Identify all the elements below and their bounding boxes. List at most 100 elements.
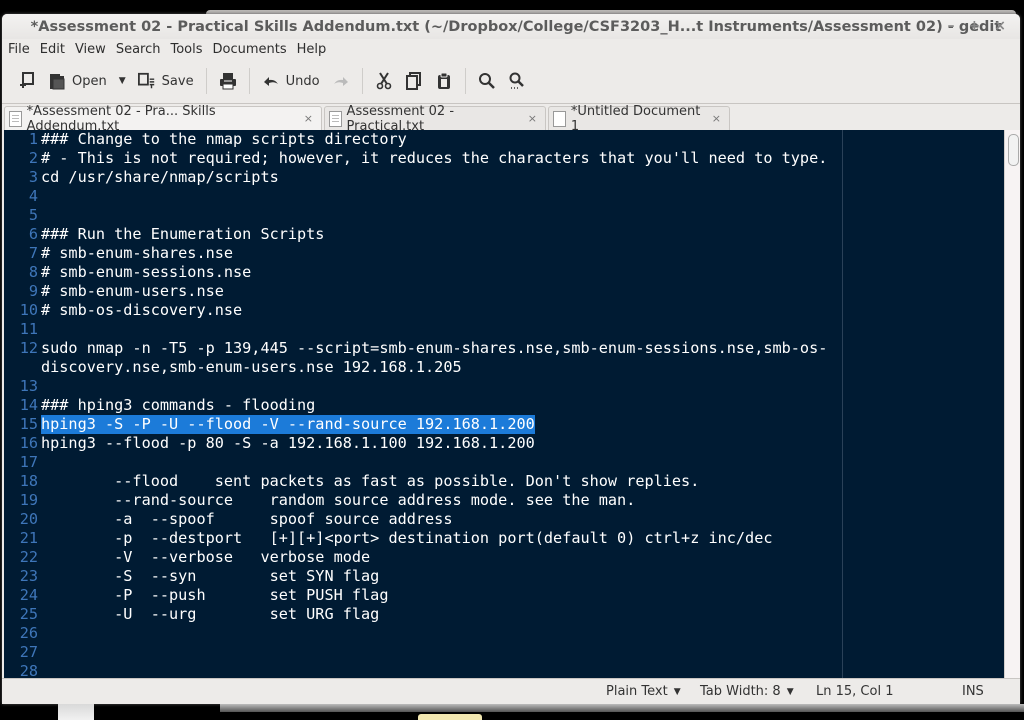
chevron-down-icon: ▼ [786, 686, 794, 697]
tab-close-icon[interactable]: × [528, 112, 537, 125]
line-number: 12 [19, 339, 38, 357]
print-icon [219, 72, 237, 90]
editor-line[interactable]: 28 [4, 662, 1004, 678]
editor-line[interactable]: 24 -P --push set PUSH flag [4, 586, 1004, 605]
editor-line[interactable]: 6 ### Run the Enumeration Scripts [4, 225, 1004, 244]
code-area[interactable]: 1 ### Change to the nmap scripts director… [4, 130, 1004, 678]
editor-line[interactable]: 27 [4, 643, 1004, 662]
line-number: 17 [19, 453, 38, 471]
tab-width-label: Tab Width: 8 [700, 684, 781, 699]
cut-button[interactable] [369, 66, 399, 96]
editor-line[interactable]: 12 sudo nmap -n -T5 -p 139,445 --script=s… [4, 339, 1004, 358]
scrollbar-thumb[interactable] [1008, 134, 1019, 166]
line-number: 18 [19, 472, 38, 490]
title-bar[interactable]: *Assessment 02 - Practical Skills Addend… [2, 14, 1020, 39]
tab-label: *Untitled Document 1 [570, 103, 701, 134]
tab-close-icon[interactable]: × [712, 112, 721, 125]
editor-line[interactable]: 19 --rand-source random source address m… [4, 491, 1004, 510]
line-text: -S --syn set SYN flag [41, 567, 380, 585]
maximize-button[interactable]: + [969, 18, 981, 34]
menu-help[interactable]: Help [297, 42, 333, 57]
undo-button[interactable]: Undo [256, 66, 326, 96]
editor-line[interactable]: 14 ### hping3 commands - flooding [4, 396, 1004, 415]
text-document-icon [329, 110, 342, 127]
line-number: 2 [28, 149, 38, 167]
editor-line[interactable]: 25 -U --urg set URG flag [4, 605, 1004, 624]
editor-line[interactable]: 18 --flood sent packets as fast as possi… [4, 472, 1004, 491]
menu-edit[interactable]: Edit [40, 42, 71, 57]
print-button[interactable] [213, 66, 243, 96]
line-text: # smb-enum-users.nse [41, 282, 224, 300]
background-window-fragment [58, 704, 94, 720]
line-number: 23 [19, 567, 38, 585]
tab-close-icon[interactable]: × [304, 112, 313, 125]
editor-line[interactable]: 23 -S --syn set SYN flag [4, 567, 1004, 586]
line-number: 7 [28, 244, 38, 262]
close-button[interactable]: × [994, 18, 1006, 34]
new-document-button[interactable] [12, 66, 42, 96]
chevron-down-icon: ▼ [118, 76, 126, 86]
menu-view[interactable]: View [75, 42, 112, 57]
editor-line[interactable]: 15 hping3 -S -P -U --flood -V --rand-sour… [4, 415, 1004, 434]
save-icon [137, 72, 156, 90]
background-window-fragment [220, 704, 1024, 712]
open-button[interactable]: Open [42, 66, 113, 96]
toolbar: Open ▼ Save Undo [2, 62, 1020, 100]
editor-line[interactable]: 4 [4, 187, 1004, 206]
line-number: 26 [19, 624, 38, 642]
line-text: # smb-enum-sessions.nse [41, 263, 252, 281]
tab-width-selector[interactable]: Tab Width: 8 ▼ [700, 684, 794, 699]
menu-search[interactable]: Search [116, 42, 167, 57]
editor-line[interactable]: 2 # - This is not required; however, it r… [4, 149, 1004, 168]
text-editor[interactable]: 1 ### Change to the nmap scripts director… [4, 130, 1004, 678]
vertical-scrollbar[interactable] [1004, 130, 1020, 678]
menu-tools[interactable]: Tools [170, 42, 208, 57]
tab-label: Assessment 02 - Practical.txt [346, 103, 455, 134]
editor-line[interactable]: 20 -a --spoof spoof source address [4, 510, 1004, 529]
line-number: 6 [28, 225, 38, 243]
editor-line[interactable]: 10 # smb-os-discovery.nse [4, 301, 1004, 320]
blank-document-icon [553, 110, 566, 127]
tab-practical-skills-addendum[interactable]: *Assessment 02 - Pra... Skills Addendum.… [4, 104, 322, 134]
tab-untitled-document[interactable]: *Untitled Document 1 × [548, 104, 730, 134]
find-button[interactable] [472, 66, 502, 96]
open-label: Open [72, 73, 107, 89]
insert-mode-label: INS [962, 684, 984, 699]
search-icon [478, 72, 496, 90]
editor-line[interactable]: 5 [4, 206, 1004, 225]
line-number: 9 [28, 282, 38, 300]
editor-line[interactable]: 11 [4, 320, 1004, 339]
menu-documents[interactable]: Documents [213, 42, 293, 57]
language-selector[interactable]: Plain Text ▼ [606, 684, 681, 699]
find-replace-button[interactable] [502, 66, 532, 96]
tab-assessment-practical[interactable]: Assessment 02 - Practical.txt × [324, 104, 546, 134]
copy-button[interactable] [399, 66, 429, 96]
toolbar-separator [361, 68, 363, 94]
editor-line[interactable]: 1 ### Change to the nmap scripts director… [4, 130, 1004, 149]
paste-button[interactable] [429, 66, 459, 96]
text-document-icon [9, 110, 22, 127]
editor-line[interactable]: 22 -V --verbose verbose mode [4, 548, 1004, 567]
save-button[interactable]: Save [132, 66, 200, 96]
folder-open-icon [48, 72, 66, 90]
open-recent-dropdown[interactable]: ▼ [113, 66, 132, 96]
line-number: 19 [19, 491, 38, 509]
menu-bar: File Edit View Search Tools Documents He… [2, 38, 336, 60]
editor-line[interactable]: 26 [4, 624, 1004, 643]
line-text: ### hping3 commands - flooding [41, 396, 316, 414]
menu-file[interactable]: File [8, 42, 36, 57]
redo-button[interactable] [326, 66, 356, 96]
editor-line[interactable]: 8 # smb-enum-sessions.nse [4, 263, 1004, 282]
editor-line[interactable]: 7 # smb-enum-shares.nse [4, 244, 1004, 263]
editor-line[interactable]: 16 hping3 --flood -p 80 -S -a 192.168.1.1… [4, 434, 1004, 453]
editor-line[interactable]: 3 cd /usr/share/nmap/scripts [4, 168, 1004, 187]
editor-line[interactable]: discovery.nse,smb-enum-users.nse 192.168… [4, 358, 1004, 377]
editor-line[interactable]: 17 [4, 453, 1004, 472]
editor-line[interactable]: 21 -p --destport [+][+]<port> destinatio… [4, 529, 1004, 548]
copy-icon [405, 72, 423, 90]
line-number: 11 [19, 320, 38, 338]
editor-line[interactable]: 13 [4, 377, 1004, 396]
line-text: # smb-os-discovery.nse [41, 301, 243, 319]
minimize-button[interactable]: – [948, 18, 955, 34]
editor-line[interactable]: 9 # smb-enum-users.nse [4, 282, 1004, 301]
